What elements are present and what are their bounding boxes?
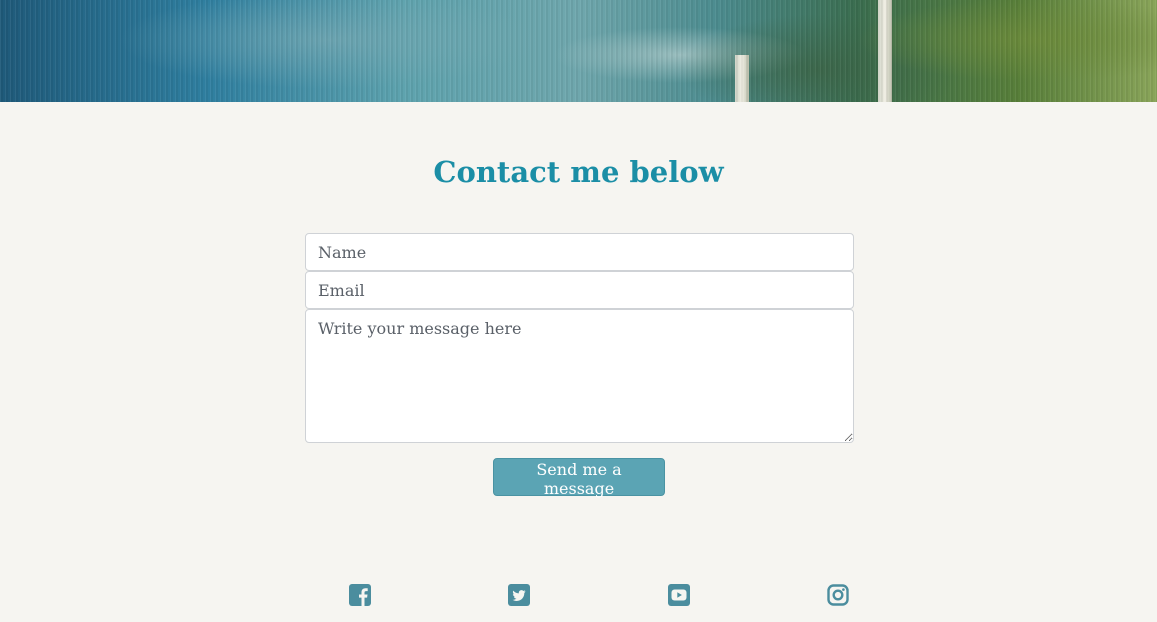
page-title: Contact me below — [433, 155, 724, 189]
twitter-icon — [508, 584, 530, 606]
email-field[interactable] — [305, 271, 854, 309]
send-message-button[interactable]: Send me a message — [493, 458, 665, 498]
youtube-icon — [668, 584, 690, 606]
youtube-link[interactable] — [667, 583, 691, 607]
facebook-link[interactable] — [348, 583, 372, 607]
painting-post — [878, 0, 892, 102]
hero-banner-painting — [0, 0, 1157, 102]
painting-post — [735, 55, 749, 102]
facebook-icon — [349, 584, 371, 606]
instagram-icon — [827, 584, 849, 606]
message-field[interactable] — [305, 309, 854, 443]
instagram-link[interactable] — [826, 583, 850, 607]
twitter-link[interactable] — [507, 583, 531, 607]
name-field[interactable] — [305, 233, 854, 271]
